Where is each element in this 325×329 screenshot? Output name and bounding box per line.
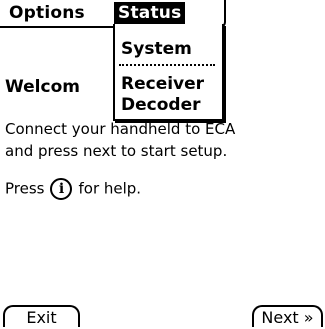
status-menu-dropdown: System Receiver Decoder	[113, 24, 224, 121]
menu-separator	[119, 64, 215, 66]
menu-status[interactable]: Status	[114, 2, 186, 24]
menu-options[interactable]: Options	[5, 2, 89, 24]
instruction-line-2: and press next to start setup.	[5, 142, 228, 160]
help-prefix: Press	[5, 179, 45, 198]
info-icon[interactable]: i	[50, 177, 73, 200]
help-suffix: for help.	[78, 179, 142, 198]
menu-item-system[interactable]: System	[115, 38, 220, 60]
help-hint: Press i for help.	[5, 176, 141, 200]
exit-button[interactable]: Exit	[3, 305, 80, 327]
instruction-line-1: Connect your handheld to ECA	[5, 120, 236, 138]
welcome-heading: Welcom	[5, 77, 80, 97]
next-button[interactable]: Next »	[252, 305, 323, 327]
menu-item-receiver[interactable]: Receiver	[115, 73, 220, 95]
menu-item-decoder[interactable]: Decoder	[115, 94, 220, 116]
